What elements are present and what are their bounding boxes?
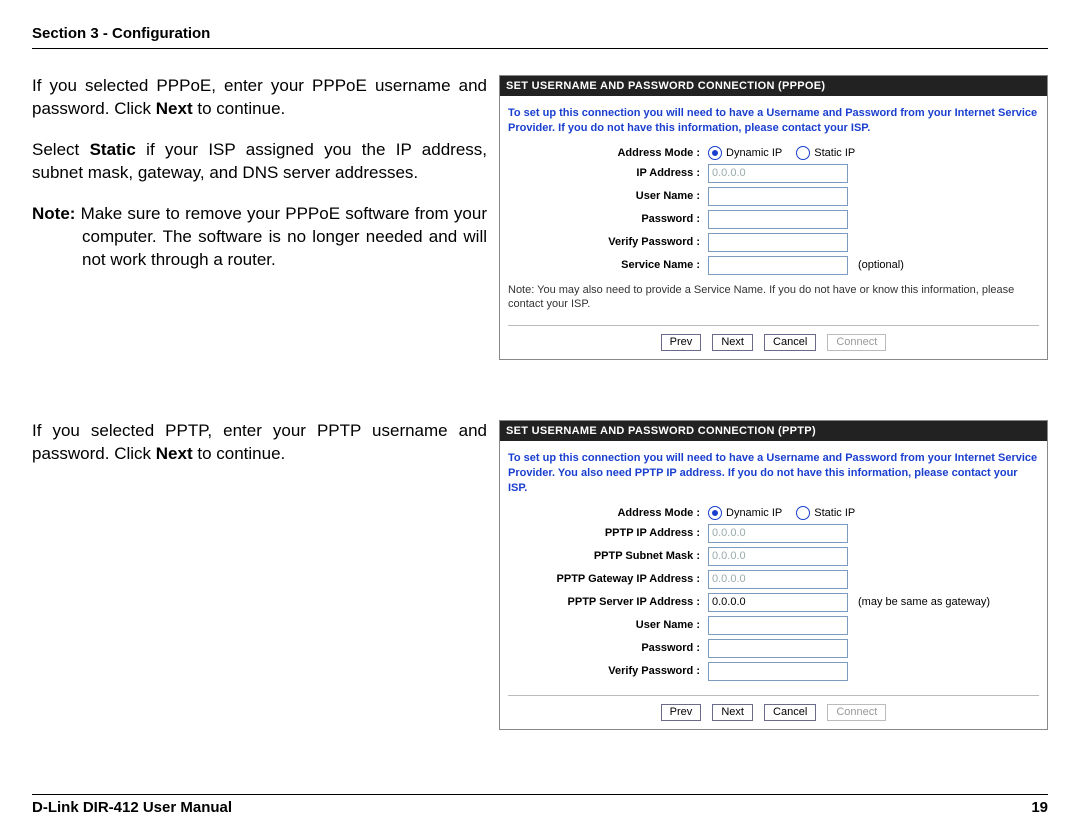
page-number: 19 <box>1031 799 1048 816</box>
text: Select <box>32 140 90 159</box>
pptp-gateway-input[interactable] <box>708 570 848 589</box>
static-ip-radio[interactable]: Static IP <box>796 506 855 520</box>
pppoe-panel: SET USERNAME AND PASSWORD CONNECTION (PP… <box>499 75 1048 360</box>
radio-checked-icon <box>708 506 722 520</box>
page-footer: D-Link DIR-412 User Manual 19 <box>32 794 1048 816</box>
panel-title: SET USERNAME AND PASSWORD CONNECTION (PP… <box>500 421 1047 441</box>
button-bar: Prev Next Cancel Connect <box>508 325 1039 351</box>
panel-post-note: Note: You may also need to provide a Ser… <box>508 283 1039 312</box>
pptp-subnet-input[interactable] <box>708 547 848 566</box>
verify-password-label: Verify Password : <box>508 665 700 677</box>
optional-hint: (optional) <box>858 259 904 271</box>
pptp-server-label: PPTP Server IP Address : <box>508 596 700 608</box>
text-bold: Static <box>90 140 136 159</box>
dynamic-ip-radio[interactable]: Dynamic IP <box>708 146 782 160</box>
password-label: Password : <box>508 642 700 654</box>
radio-label: Static IP <box>814 147 855 159</box>
password-input[interactable] <box>708 210 848 229</box>
address-mode-label: Address Mode : <box>508 147 700 159</box>
username-label: User Name : <box>508 619 700 631</box>
connect-button: Connect <box>827 704 886 721</box>
footer-title: D-Link DIR-412 User Manual <box>32 799 232 816</box>
text: to continue. <box>193 99 286 118</box>
password-label: Password : <box>508 213 700 225</box>
pptp-gateway-label: PPTP Gateway IP Address : <box>508 573 700 585</box>
ip-address-label: IP Address : <box>508 167 700 179</box>
pptp-subnet-label: PPTP Subnet Mask : <box>508 550 700 562</box>
radio-label: Static IP <box>814 507 855 519</box>
panel-intro: To set up this connection you will need … <box>508 451 1039 496</box>
text-bold: Next <box>156 99 193 118</box>
panel-intro: To set up this connection you will need … <box>508 106 1039 136</box>
static-ip-radio[interactable]: Static IP <box>796 146 855 160</box>
pppoe-explanation: If you selected PPPoE, enter your PPPoE … <box>32 75 499 290</box>
prev-button[interactable]: Prev <box>661 334 702 351</box>
pptp-block: If you selected PPTP, enter your PPTP us… <box>32 420 1048 730</box>
button-bar: Prev Next Cancel Connect <box>508 695 1039 721</box>
text: to continue. <box>193 444 286 463</box>
username-label: User Name : <box>508 190 700 202</box>
cancel-button[interactable]: Cancel <box>764 704 816 721</box>
verify-password-input[interactable] <box>708 662 848 681</box>
pptp-server-input[interactable] <box>708 593 848 612</box>
bottom-divider <box>32 794 1048 795</box>
radio-label: Dynamic IP <box>726 507 782 519</box>
radio-checked-icon <box>708 146 722 160</box>
cancel-button[interactable]: Cancel <box>764 334 816 351</box>
text-bold: Note: <box>32 204 75 223</box>
next-button[interactable]: Next <box>712 704 753 721</box>
pppoe-block: If you selected PPPoE, enter your PPPoE … <box>32 75 1048 360</box>
pptp-explanation: If you selected PPTP, enter your PPTP us… <box>32 420 499 484</box>
pptp-ip-input[interactable] <box>708 524 848 543</box>
connect-button: Connect <box>827 334 886 351</box>
text-bold: Next <box>156 444 193 463</box>
service-name-label: Service Name : <box>508 259 700 271</box>
username-input[interactable] <box>708 616 848 635</box>
ip-address-input[interactable] <box>708 164 848 183</box>
radio-label: Dynamic IP <box>726 147 782 159</box>
next-button[interactable]: Next <box>712 334 753 351</box>
prev-button[interactable]: Prev <box>661 704 702 721</box>
radio-icon <box>796 146 810 160</box>
section-header: Section 3 - Configuration <box>32 25 1048 42</box>
pptp-ip-label: PPTP IP Address : <box>508 527 700 539</box>
verify-password-input[interactable] <box>708 233 848 252</box>
service-name-input[interactable] <box>708 256 848 275</box>
pptp-panel: SET USERNAME AND PASSWORD CONNECTION (PP… <box>499 420 1048 730</box>
password-input[interactable] <box>708 639 848 658</box>
panel-title: SET USERNAME AND PASSWORD CONNECTION (PP… <box>500 76 1047 96</box>
radio-icon <box>796 506 810 520</box>
server-hint: (may be same as gateway) <box>858 596 990 608</box>
text: Make sure to remove your PPPoE software … <box>75 204 487 269</box>
verify-password-label: Verify Password : <box>508 236 700 248</box>
username-input[interactable] <box>708 187 848 206</box>
dynamic-ip-radio[interactable]: Dynamic IP <box>708 506 782 520</box>
address-mode-label: Address Mode : <box>508 507 700 519</box>
